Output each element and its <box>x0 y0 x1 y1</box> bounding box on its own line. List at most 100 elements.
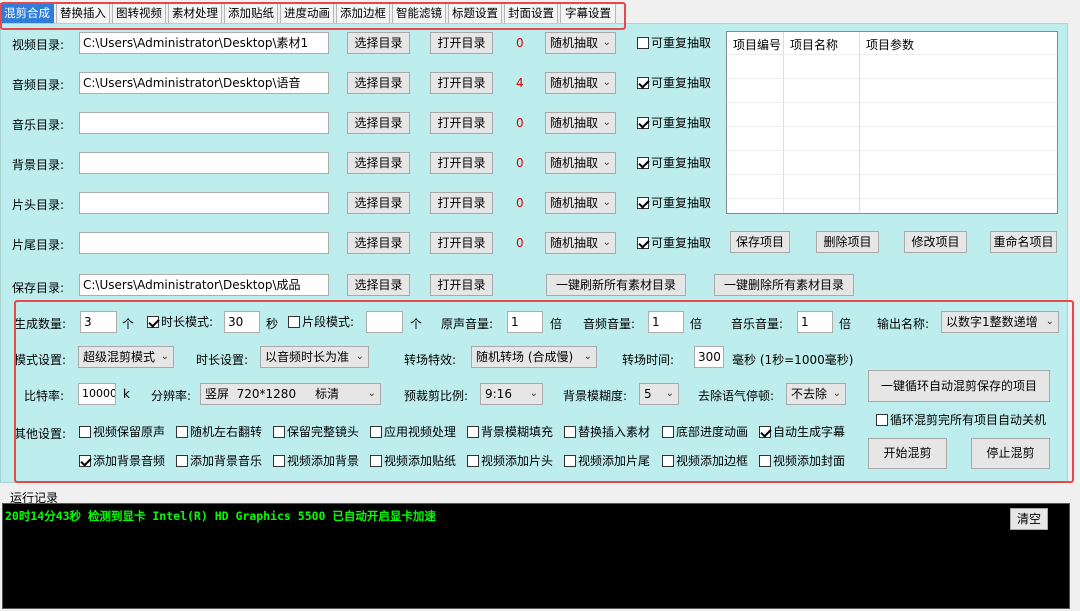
mode-select[interactable]: 超级混剪模式 ⌄ <box>78 346 174 368</box>
option-checkbox-10[interactable]: 视频添加背景 <box>273 454 359 468</box>
audio-dir-select-button[interactable]: 选择目录 <box>347 72 410 94</box>
crop-ratio-select[interactable]: 9:16 ⌄ <box>480 383 543 405</box>
outro-dir-input[interactable] <box>79 232 329 254</box>
music-dir-input[interactable] <box>79 112 329 134</box>
audio-dir-open-button[interactable]: 打开目录 <box>430 72 493 94</box>
outro-dir-select-button[interactable]: 选择目录 <box>347 232 410 254</box>
option-box-5[interactable] <box>564 426 576 438</box>
option-checkbox-4[interactable]: 背景模糊填充 <box>467 425 553 439</box>
option-box-6[interactable] <box>662 426 674 438</box>
project-col-name[interactable]: 项目名称 <box>790 36 838 53</box>
intro-repeat-checkbox[interactable]: 可重复抽取 <box>637 196 711 210</box>
background-dir-open-button[interactable]: 打开目录 <box>430 152 493 174</box>
tab-replace-insert[interactable]: 替换插入 <box>56 3 110 23</box>
transition-select[interactable]: 随机转场 (合成慢) ⌄ <box>471 346 597 368</box>
audio-repeat-checkbox[interactable]: 可重复抽取 <box>637 76 711 90</box>
intro-dir-input[interactable] <box>79 192 329 214</box>
project-list[interactable]: 项目编号 项目名称 项目参数 <box>726 31 1058 214</box>
audio-volume-input[interactable]: 1 <box>648 311 684 333</box>
video-repeat-box[interactable] <box>637 37 649 49</box>
option-box-15[interactable] <box>759 455 771 467</box>
option-box-13[interactable] <box>564 455 576 467</box>
option-box-11[interactable] <box>370 455 382 467</box>
delete-all-button[interactable]: 一键删除所有素材目录 <box>714 274 854 296</box>
stop-mix-button[interactable]: 停止混剪 <box>971 438 1050 469</box>
intro-mode-select[interactable]: 随机抽取 ⌄ <box>545 192 616 214</box>
music-dir-open-button[interactable]: 打开目录 <box>430 112 493 134</box>
tab-cover[interactable]: 封面设置 <box>504 3 558 23</box>
option-checkbox-15[interactable]: 视频添加封面 <box>759 454 845 468</box>
bitrate-input[interactable]: 10000 <box>78 383 116 405</box>
option-box-2[interactable] <box>273 426 285 438</box>
music-dir-select-button[interactable]: 选择目录 <box>347 112 410 134</box>
background-mode-select[interactable]: 随机抽取 ⌄ <box>545 152 616 174</box>
option-box-1[interactable] <box>176 426 188 438</box>
option-checkbox-12[interactable]: 视频添加片头 <box>467 454 553 468</box>
project-col-id[interactable]: 项目编号 <box>733 36 781 53</box>
music-volume-input[interactable]: 1 <box>797 311 833 333</box>
option-box-8[interactable] <box>79 455 91 467</box>
clear-log-button[interactable]: 清空 <box>1010 508 1048 530</box>
tab-image-to-video[interactable]: 图转视频 <box>112 3 166 23</box>
background-repeat-checkbox[interactable]: 可重复抽取 <box>637 156 711 170</box>
intro-dir-select-button[interactable]: 选择目录 <box>347 192 410 214</box>
project-col-params[interactable]: 项目参数 <box>866 36 914 53</box>
video-dir-input[interactable]: C:\Users\Administrator\Desktop\素材1 <box>79 32 329 54</box>
tab-border[interactable]: 添加边框 <box>336 3 390 23</box>
option-checkbox-0[interactable]: 视频保留原声 <box>79 425 165 439</box>
option-box-0[interactable] <box>79 426 91 438</box>
outro-dir-open-button[interactable]: 打开目录 <box>430 232 493 254</box>
auto-shutdown-checkbox[interactable]: 循环混剪完所有项目自动关机 <box>876 413 1046 427</box>
gen-count-input[interactable]: 3 <box>80 311 117 333</box>
outro-mode-select[interactable]: 随机抽取 ⌄ <box>545 232 616 254</box>
video-repeat-checkbox[interactable]: 可重复抽取 <box>637 36 711 50</box>
save-project-button[interactable]: 保存项目 <box>730 231 790 253</box>
duration-mode-box[interactable] <box>147 316 159 328</box>
option-box-3[interactable] <box>370 426 382 438</box>
option-checkbox-2[interactable]: 保留完整镜头 <box>273 425 359 439</box>
video-dir-open-button[interactable]: 打开目录 <box>430 32 493 54</box>
option-box-4[interactable] <box>467 426 479 438</box>
option-box-14[interactable] <box>662 455 674 467</box>
option-checkbox-9[interactable]: 添加背景音乐 <box>176 454 262 468</box>
segment-input[interactable] <box>366 311 403 333</box>
option-checkbox-11[interactable]: 视频添加贴纸 <box>370 454 456 468</box>
background-repeat-box[interactable] <box>637 157 649 169</box>
segment-mode-checkbox[interactable]: 片段模式: <box>288 315 354 329</box>
tab-sticker[interactable]: 添加贴纸 <box>224 3 278 23</box>
option-box-12[interactable] <box>467 455 479 467</box>
option-checkbox-6[interactable]: 底部进度动画 <box>662 425 748 439</box>
option-checkbox-3[interactable]: 应用视频处理 <box>370 425 456 439</box>
resolution-select[interactable]: 竖屏 720*1280 标清 ⌄ <box>200 383 381 405</box>
segment-mode-box[interactable] <box>288 316 300 328</box>
option-box-10[interactable] <box>273 455 285 467</box>
modify-project-button[interactable]: 修改项目 <box>904 231 967 253</box>
audio-dir-input[interactable]: C:\Users\Administrator\Desktop\语音 <box>79 72 329 94</box>
music-repeat-box[interactable] <box>637 117 649 129</box>
loop-auto-mix-button[interactable]: 一键循环自动混剪保存的项目 <box>868 370 1050 402</box>
background-dir-input[interactable] <box>79 152 329 174</box>
option-checkbox-8[interactable]: 添加背景音频 <box>79 454 165 468</box>
blur-select[interactable]: 5 ⌄ <box>639 383 679 405</box>
music-mode-select[interactable]: 随机抽取 ⌄ <box>545 112 616 134</box>
option-checkbox-14[interactable]: 视频添加边框 <box>662 454 748 468</box>
music-repeat-checkbox[interactable]: 可重复抽取 <box>637 116 711 130</box>
duration-mode-checkbox[interactable]: 时长模式: <box>147 315 213 329</box>
save-dir-open-button[interactable]: 打开目录 <box>430 274 493 296</box>
option-checkbox-1[interactable]: 随机左右翻转 <box>176 425 262 439</box>
audio-mode-select[interactable]: 随机抽取 ⌄ <box>545 72 616 94</box>
tab-material[interactable]: 素材处理 <box>168 3 222 23</box>
delete-project-button[interactable]: 删除项目 <box>816 231 879 253</box>
auto-shutdown-box[interactable] <box>876 414 888 426</box>
remove-pause-select[interactable]: 不去除 ⌄ <box>786 383 846 405</box>
tab-progress-anim[interactable]: 进度动画 <box>280 3 334 23</box>
video-dir-select-button[interactable]: 选择目录 <box>347 32 410 54</box>
transition-time-input[interactable]: 300 <box>694 346 724 368</box>
tab-subtitle[interactable]: 字幕设置 <box>560 3 616 23</box>
outro-repeat-box[interactable] <box>637 237 649 249</box>
option-box-7[interactable] <box>759 426 771 438</box>
option-box-9[interactable] <box>176 455 188 467</box>
rename-project-button[interactable]: 重命名项目 <box>990 231 1057 253</box>
audio-repeat-box[interactable] <box>637 77 649 89</box>
video-mode-select[interactable]: 随机抽取 ⌄ <box>545 32 616 54</box>
